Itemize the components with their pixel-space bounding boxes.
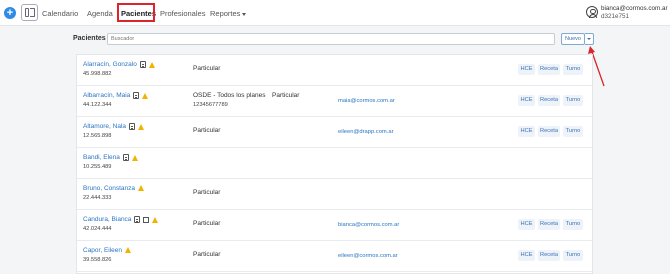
nav-calendario[interactable]: Calendario [42, 9, 78, 18]
patient-name: Capor, Eileen [83, 247, 123, 254]
turno-button[interactable]: Turno [563, 219, 583, 230]
patient-email[interactable]: eileen@cormos.com.ar [338, 253, 398, 259]
card-icon [139, 61, 146, 68]
warning-icon [142, 92, 149, 99]
receta-button[interactable]: Receta [538, 95, 560, 106]
list-item[interactable]: Bandi, Elena 10.255.489 [77, 148, 592, 179]
list-item[interactable]: Alarracín, Gonzalo 45.998.882 Particular… [77, 55, 592, 86]
patient-plan: Particular [193, 189, 221, 196]
list-item[interactable]: Bruno, Constanza 22.444.333 Particular [77, 179, 592, 210]
list-item[interactable]: Albarracín, Maia 44.122.344 OSDE - Todos… [77, 86, 592, 117]
image-icon [143, 216, 150, 223]
warning-icon [138, 185, 145, 192]
receta-button[interactable]: Receta [538, 126, 560, 137]
patient-name-link[interactable]: Altamore, Nala [83, 123, 144, 130]
nav-reportes-label: Reportes [210, 9, 241, 18]
patient-doc: 44.122.344 [83, 102, 112, 108]
nav-profesionales[interactable]: Profesionales [160, 9, 205, 18]
nav-reportes[interactable]: Reportes [210, 9, 247, 18]
nav-agenda[interactable]: Agenda [87, 9, 113, 18]
patient-name: Bruno, Constanza [83, 185, 136, 192]
hce-button[interactable]: HCE [518, 95, 535, 106]
user-id: d321e751 [601, 13, 630, 20]
patient-plan: Particular [193, 251, 221, 258]
new-patient-button[interactable]: Nuevo [561, 33, 585, 45]
list-item[interactable]: Capor, Eileen 39.558.826 Particular eile… [77, 241, 592, 272]
warning-icon [148, 61, 155, 68]
patient-doc: 39.558.826 [83, 257, 112, 263]
patient-name: Bandi, Elena [83, 154, 120, 162]
chevron-down-icon [242, 12, 247, 16]
new-dropdown-icon[interactable] [585, 33, 594, 45]
patient-email[interactable]: maia@cormos.com.ar [338, 98, 395, 104]
hce-button[interactable]: HCE [518, 219, 535, 230]
list-item[interactable]: Candura, Bianca 42.024.444 Particular bi… [77, 210, 592, 241]
receta-button[interactable]: Receta [538, 64, 560, 75]
top-navbar: + Calendario Agenda Pacientes Profesiona… [0, 0, 670, 26]
patient-plan-number: 12345677789 [193, 102, 228, 108]
turno-button[interactable]: Turno [563, 95, 583, 106]
patient-name: Altamore, Nala [83, 123, 126, 131]
warning-icon [138, 123, 144, 130]
patient-name: Alarracín, Gonzalo [83, 61, 137, 69]
patient-email[interactable]: bianca@cormos.com.ar [338, 222, 399, 228]
turno-button[interactable]: Turno [563, 250, 583, 261]
patient-name-link[interactable]: Capor, Eileen [83, 247, 132, 254]
filter-label: Pacientes [73, 35, 106, 42]
warning-icon [125, 247, 132, 254]
receta-button[interactable]: Receta [538, 250, 560, 261]
warning-icon [152, 216, 159, 223]
turno-button[interactable]: Turno [563, 126, 583, 137]
card-icon [122, 154, 129, 161]
patient-plan: Particular [193, 220, 221, 227]
search-input[interactable] [107, 33, 555, 45]
patient-plan-type: Particular [272, 92, 300, 99]
list-item[interactable]: Altamore, Nala 12.565.898 Particular eil… [77, 117, 592, 148]
turno-button[interactable]: Turno [563, 64, 583, 75]
card-icon [133, 92, 140, 99]
warning-icon [131, 154, 138, 161]
patient-plan: Particular [193, 65, 221, 72]
user-avatar-icon[interactable] [586, 6, 598, 18]
patient-plan: Particular [193, 127, 221, 134]
patient-name-link[interactable]: Alarracín, Gonzalo [83, 61, 155, 68]
hce-button[interactable]: HCE [518, 64, 535, 75]
patient-doc: 45.998.882 [83, 71, 112, 77]
patient-name: Albarracín, Maia [83, 92, 131, 100]
sidebar-toggle-icon[interactable] [21, 4, 38, 21]
patient-list: Alarracín, Gonzalo 45.998.882 Particular… [76, 54, 593, 274]
hce-button[interactable]: HCE [518, 250, 535, 261]
patient-name-link[interactable]: Candura, Bianca [83, 216, 159, 224]
user-email: bianca@cormos.com.ar [601, 5, 668, 12]
card-icon [134, 216, 141, 223]
patient-email[interactable]: eileen@drapp.com.ar [338, 129, 394, 135]
patient-doc: 42.024.444 [83, 226, 112, 232]
patient-plan: OSDE - Todos los planes [193, 92, 266, 99]
patient-name-link[interactable]: Albarracín, Maia [83, 92, 149, 100]
patient-name-link[interactable]: Bruno, Constanza [83, 185, 145, 192]
add-icon[interactable]: + [4, 7, 16, 19]
hce-button[interactable]: HCE [518, 126, 535, 137]
patient-doc: 12.565.898 [83, 133, 112, 139]
active-nav-highlight [117, 3, 155, 22]
patient-name-link[interactable]: Bandi, Elena [83, 154, 138, 161]
patient-doc: 22.444.333 [83, 195, 112, 201]
receta-button[interactable]: Receta [538, 219, 560, 230]
patient-doc: 10.255.489 [83, 164, 112, 170]
card-icon [129, 123, 135, 130]
patient-name: Candura, Bianca [83, 216, 132, 224]
